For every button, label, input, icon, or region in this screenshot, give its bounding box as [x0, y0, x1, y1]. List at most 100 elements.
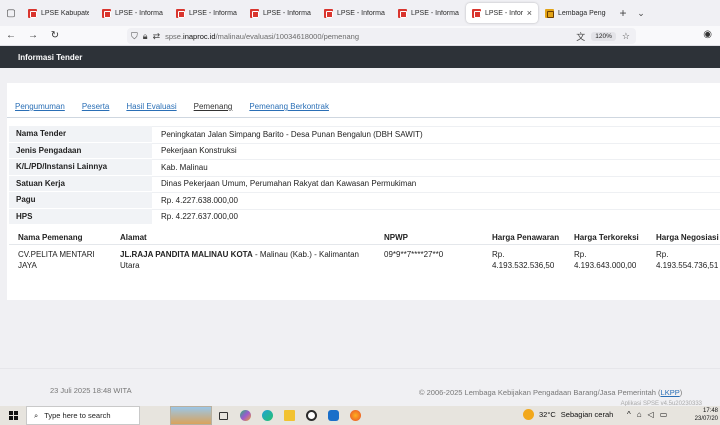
search-highlight-image[interactable]	[170, 406, 212, 425]
page-title: Informasi Tender	[18, 52, 83, 62]
network-icon[interactable]: ⌂	[637, 410, 642, 419]
back-button[interactable]: ←	[0, 30, 22, 41]
winner-negotiated: Rp. 4.193.554.736,51	[656, 250, 719, 270]
site-settings-icon[interactable]: ⇄	[153, 31, 161, 42]
browser-nav-bar: ← → ↻ ⛉ 🔒︎ ⇄ spse.inaproc.id/malinau/eva…	[0, 26, 720, 46]
header-offer: Harga Penawaran	[492, 233, 560, 242]
sun-icon	[523, 409, 534, 420]
browser-tab[interactable]: LPSE - Informasi	[170, 3, 243, 23]
windows-logo-icon	[8, 411, 18, 420]
tender-card: Pengumuman Peserta Hasil Evaluasi Pemenang P…	[7, 83, 720, 300]
info-value: Dinas Pekerjaan Umum, Perumahan Rakyat d…	[152, 175, 720, 191]
chevron-down-icon[interactable]: ⌄	[633, 8, 649, 19]
volume-icon[interactable]: ◁	[648, 410, 654, 419]
browser-tab[interactable]: Lembaga Pengen	[539, 3, 612, 23]
taskbar-search[interactable]: ⌕ Type here to search	[26, 406, 140, 425]
tender-tabs: Pengumuman Peserta Hasil Evaluasi Pemenang P…	[15, 102, 329, 111]
lpse-favicon-icon	[398, 8, 407, 18]
page-header: Informasi Tender	[0, 46, 720, 68]
edge-icon[interactable]	[256, 406, 278, 425]
tab-hasil-evaluasi[interactable]: Hasil Evaluasi	[126, 102, 176, 111]
lpse-favicon-icon	[472, 8, 481, 18]
battery-icon[interactable]: ▭	[660, 410, 668, 419]
info-value: Pekerjaan Konstruksi	[152, 142, 720, 158]
chevron-up-icon[interactable]: ^	[627, 410, 631, 419]
account-icon[interactable]: ◉	[703, 29, 712, 40]
header-negotiated: Harga Negosiasi	[656, 233, 719, 242]
bookmark-star-icon[interactable]: ☆	[622, 31, 630, 42]
close-tab-icon[interactable]: ×	[527, 8, 532, 18]
lpse-favicon-icon	[324, 8, 333, 18]
browser-tab-title: LPSE - Informasi	[189, 9, 237, 17]
whatsapp-icon[interactable]	[300, 406, 322, 425]
browser-tab[interactable]: LPSE - Informa ×	[466, 3, 538, 23]
browser-tab-title: LPSE - Informasi	[337, 9, 385, 17]
info-row: K/L/PD/Instansi Lainnya Kab. Malinau	[9, 159, 720, 176]
file-explorer-icon[interactable]	[278, 406, 300, 425]
taskbar-clock[interactable]: 17:48 23/07/20	[695, 407, 718, 423]
browser-tab-strip: ▢ LPSE Kabupaten LPSE - Informasi LPSE - I…	[0, 0, 720, 26]
reload-button[interactable]: ↻	[44, 30, 66, 41]
browser-tab[interactable]: LPSE - Informasi	[244, 3, 317, 23]
info-value: Peningkatan Jalan Simpang Barito - Desa …	[152, 126, 720, 142]
info-row: HPS Rp. 4.227.637.000,00	[9, 208, 720, 225]
task-view-icon[interactable]	[212, 406, 234, 425]
address-bar[interactable]: ⛉ 🔒︎ ⇄ spse.inaproc.id/malinau/evaluasi/…	[127, 28, 636, 44]
shield-icon[interactable]: ⛉	[131, 31, 138, 42]
winner-name: CV.PELITA MENTARI JAYA	[18, 250, 95, 270]
search-placeholder: Type here to search	[44, 411, 111, 420]
zoom-level[interactable]: 120%	[591, 32, 616, 41]
winner-offer: Rp. 4.193.532.536,50	[492, 250, 555, 270]
page-footer: 23 Juli 2025 18:48 WITA © 2006-2025 Lemb…	[0, 368, 720, 407]
forward-button[interactable]: →	[22, 30, 44, 41]
browser-tab-title: LPSE Kabupaten	[41, 9, 89, 17]
tab-pemenang[interactable]: Pemenang	[194, 102, 233, 111]
tab-overview-icon[interactable]: ▢	[0, 0, 22, 26]
info-row: Jenis Pengadaan Pekerjaan Konstruksi	[9, 142, 720, 159]
browser-tab[interactable]: LPSE Kabupaten	[22, 3, 95, 23]
winner-table-header: Nama Pemenang Alamat NPWP Harga Penawara…	[9, 231, 720, 245]
tabs-divider	[7, 117, 720, 118]
browser-tab-title: LPSE - Informasi	[115, 9, 163, 17]
browser-tab[interactable]: LPSE - Informasi	[392, 3, 465, 23]
browser-tab-title: Lembaga Pengen	[558, 9, 606, 17]
info-value: Rp. 4.227.637.000,00	[152, 208, 720, 224]
url-text[interactable]: spse.inaproc.id/malinau/evaluasi/1003461…	[165, 32, 359, 41]
info-key: Satuan Kerja	[9, 175, 152, 191]
weather-desc: Sebagian cerah	[560, 410, 614, 419]
translate-icon[interactable]: 文	[576, 30, 585, 43]
footer-date: 23 Juli 2025 18:48 WITA	[50, 386, 132, 395]
header-corrected: Harga Terkoreksi	[574, 233, 639, 242]
new-tab-button[interactable]: +	[613, 6, 633, 20]
lpse-favicon-icon	[176, 8, 185, 18]
tab-pemenang-berkontrak[interactable]: Pemenang Berkontrak	[249, 102, 329, 111]
lkpp-link[interactable]: LKPP	[661, 388, 680, 397]
info-key: Jenis Pengadaan	[9, 142, 152, 158]
start-button[interactable]	[0, 411, 26, 420]
weather-widget[interactable]: 32°C Sebagian cerah	[523, 409, 613, 420]
info-row: Satuan Kerja Dinas Pekerjaan Umum, Peruma…	[9, 175, 720, 192]
info-key: HPS	[9, 208, 152, 224]
winner-table: Nama Pemenang Alamat NPWP Harga Penawara…	[9, 231, 720, 271]
weather-temp: 32°C	[539, 410, 556, 419]
winner-address: JL.RAJA PANDITA MALINAU KOTA - Malinau (…	[120, 250, 359, 270]
header-name: Nama Pemenang	[18, 233, 83, 242]
browser-tab-title: LPSE - Informa	[485, 9, 523, 17]
browser-tab[interactable]: LPSE - Informasi	[96, 3, 169, 23]
search-icon: ⌕	[34, 410, 39, 420]
lock-icon[interactable]: 🔒︎	[143, 31, 148, 42]
info-key: K/L/PD/Instansi Lainnya	[9, 159, 152, 175]
browser-tab[interactable]: LPSE - Informasi	[318, 3, 391, 23]
winner-corrected: Rp. 4.193.643.000,00	[574, 250, 637, 270]
lkpp-favicon-icon	[545, 8, 554, 18]
copilot-icon[interactable]	[234, 406, 256, 425]
firefox-icon[interactable]	[344, 406, 366, 425]
tab-peserta[interactable]: Peserta	[82, 102, 110, 111]
tab-pengumuman[interactable]: Pengumuman	[15, 102, 65, 111]
lpse-favicon-icon	[250, 8, 259, 18]
info-row: Pagu Rp. 4.227.638.000,00	[9, 192, 720, 209]
outlook-icon[interactable]	[322, 406, 344, 425]
browser-tab-title: LPSE - Informasi	[411, 9, 459, 17]
lpse-favicon-icon	[28, 8, 37, 18]
info-row: Nama Tender Peningkatan Jalan Simpang Bar…	[9, 126, 720, 143]
